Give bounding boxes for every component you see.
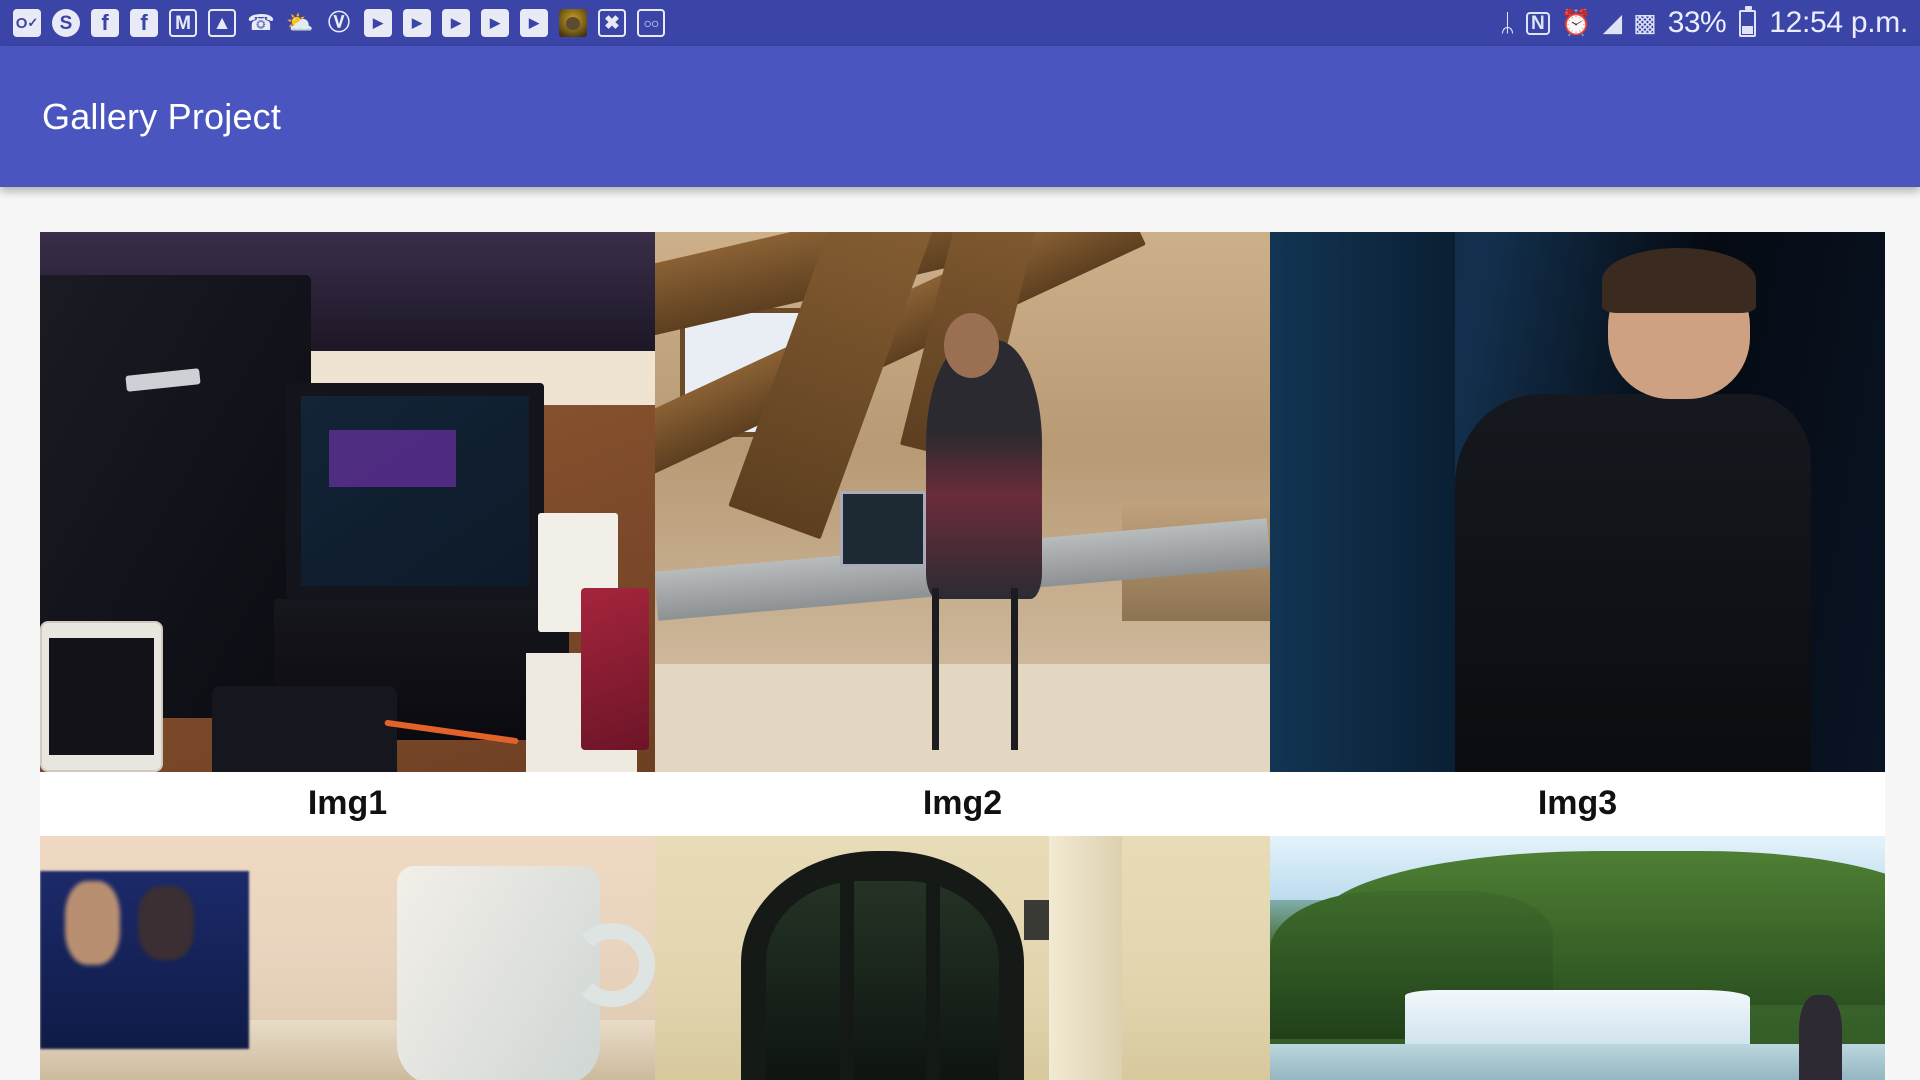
gallery-caption-2: Img2	[655, 772, 1270, 836]
gallery-content: Img1 Img2 Img3	[0, 187, 1920, 1080]
gallery-thumbnail-4[interactable]	[40, 836, 655, 1080]
gallery-thumbnail-3[interactable]	[1270, 232, 1885, 772]
outlook-icon: O ✓	[12, 8, 42, 38]
facebook-icon-2: f	[129, 8, 159, 38]
weather-icon: ⛅	[286, 10, 314, 35]
nfc-icon: N	[1525, 11, 1550, 35]
gallery-grid: Img1 Img2 Img3	[40, 232, 1886, 1080]
avatar-icon	[558, 8, 588, 38]
notification-icons: O ✓ S f f M ▲ ☎ ⛅ Ⓥ ▶ ▶ ▶ ▶ ▶ ✖ ○○	[12, 8, 1500, 38]
gallery-item-6[interactable]	[1270, 836, 1885, 1080]
voicemail-icon: ○○	[636, 8, 666, 38]
gallery-thumbnail-1[interactable]	[40, 232, 655, 772]
youtube-icon-3: ▶	[441, 8, 471, 38]
gallery-thumbnail-2[interactable]	[655, 232, 1270, 772]
youtube-icon-5: ▶	[519, 8, 549, 38]
gmail-icon: M	[168, 8, 198, 38]
alarm-icon: ⏰	[1560, 8, 1592, 37]
gallery-caption-1: Img1	[40, 772, 655, 836]
gallery-item-2[interactable]: Img2	[655, 232, 1270, 836]
gallery-caption-3: Img3	[1270, 772, 1885, 836]
gallery-thumbnail-5[interactable]	[655, 836, 1270, 1080]
gallery-item-3[interactable]: Img3	[1270, 232, 1885, 836]
gallery-item-4[interactable]	[40, 836, 655, 1080]
status-clock: 12:54 p.m.	[1769, 6, 1908, 39]
wifi-icon: ◢	[1602, 8, 1623, 37]
bluetooth-icon: ᛦ	[1499, 8, 1515, 37]
signal-icon: ▩	[1633, 8, 1657, 37]
photos-icon: ▲	[207, 8, 237, 38]
youtube-icon-4: ▶	[480, 8, 510, 38]
app-bar: Gallery Project	[0, 46, 1920, 187]
mail-x-icon: ✖	[597, 8, 627, 38]
system-status-icons: ᛦ N ⏰ ◢ ▩ 33% 12:54 p.m.	[1499, 5, 1908, 40]
youtube-icon-2: ▶	[402, 8, 432, 38]
gallery-item-1[interactable]: Img1	[40, 232, 655, 836]
status-bar[interactable]: O ✓ S f f M ▲ ☎ ⛅ Ⓥ ▶ ▶ ▶ ▶ ▶ ✖ ○○ ᛦ N ⏰…	[0, 0, 1920, 46]
youtube-icon-1: ▶	[363, 8, 393, 38]
battery-percent: 33%	[1667, 6, 1727, 39]
gallery-thumbnail-6[interactable]	[1270, 836, 1885, 1080]
page-title: Gallery Project	[42, 95, 282, 137]
pinterest-icon: Ⓥ	[327, 10, 350, 35]
missed-call-icon: ☎	[247, 10, 275, 35]
gallery-item-5[interactable]	[655, 836, 1270, 1080]
facebook-icon: f	[90, 8, 120, 38]
battery-icon	[1739, 5, 1757, 37]
skype-icon: S	[51, 8, 81, 38]
